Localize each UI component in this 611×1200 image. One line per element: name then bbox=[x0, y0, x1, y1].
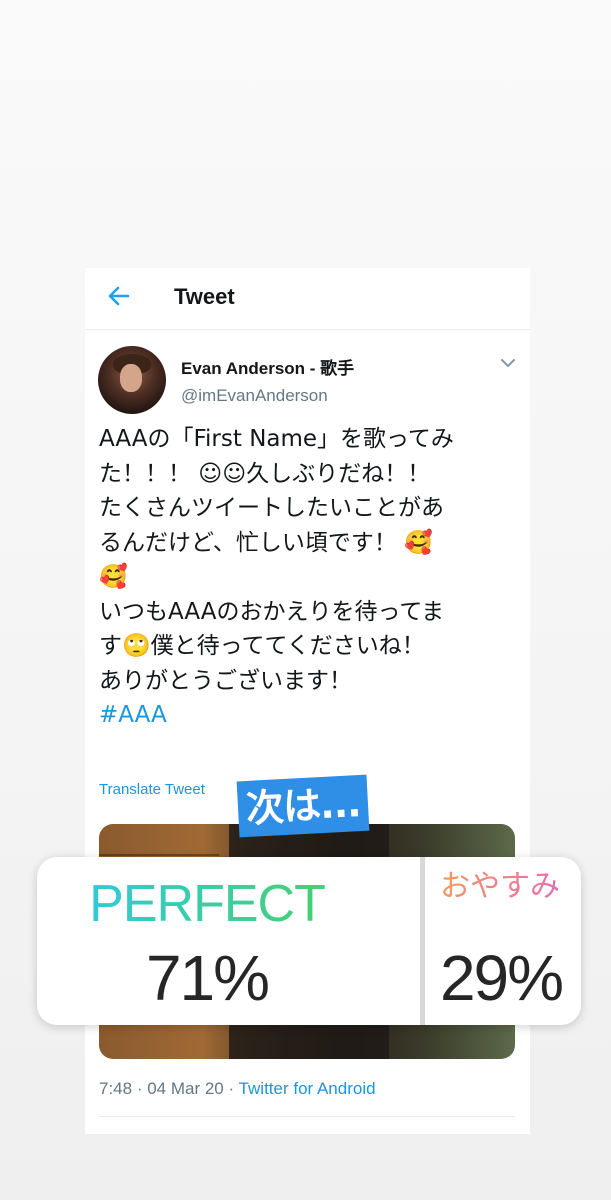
meta-separator: · bbox=[223, 1079, 239, 1098]
translate-tweet-link[interactable]: Translate Tweet bbox=[99, 781, 205, 798]
poll-option-a-percent: 71% bbox=[145, 942, 270, 1014]
tweet-meta: 7:48 · 04 Mar 20 · Twitter for Android bbox=[99, 1079, 376, 1099]
page-title: Tweet bbox=[174, 284, 235, 309]
tweet-time: 7:48 bbox=[99, 1079, 133, 1098]
back-arrow-icon[interactable] bbox=[106, 283, 132, 309]
tweet-line: 🥰 bbox=[99, 564, 128, 590]
avatar[interactable] bbox=[98, 346, 166, 414]
tweet-line: るんだけど、忙しい頃です！ 🥰 bbox=[99, 529, 433, 556]
tweet-source-link[interactable]: Twitter for Android bbox=[239, 1079, 376, 1098]
hashtag-link[interactable]: #AAA bbox=[99, 698, 524, 733]
tweet-line: た！！！ ☺☺久しぶりだね！！ bbox=[99, 460, 431, 487]
tweet-line: ありがとうございます！ bbox=[99, 667, 352, 694]
tweet-line: AAAの「First Name」を歌ってみ bbox=[99, 426, 454, 452]
poll-sticker: PERFECT 71% おやすみ 29% bbox=[37, 857, 581, 1025]
meta-separator: · bbox=[132, 1079, 148, 1098]
tweet-header: Tweet bbox=[85, 268, 530, 330]
poll-option-b[interactable]: おやすみ bbox=[430, 871, 570, 903]
avatar-face bbox=[120, 364, 142, 392]
author-display-name[interactable]: Evan Anderson - 歌手 bbox=[181, 354, 354, 379]
poll-option-b-percent: 29% bbox=[439, 942, 564, 1014]
tweet-line: たくさんツイートしたいことがあ bbox=[99, 495, 444, 521]
tweet-line: いつもAAAのおかえりを待ってま bbox=[99, 598, 445, 625]
tweet-date: 04 Mar 20 bbox=[147, 1079, 224, 1098]
tweet-line: す🙄僕と待っててくださいね！ bbox=[99, 633, 425, 659]
poll-option-a[interactable]: PERFECT bbox=[37, 873, 377, 935]
poll-divider bbox=[420, 857, 425, 1025]
media-wood-plank bbox=[99, 854, 219, 856]
divider bbox=[99, 1116, 515, 1117]
chevron-down-icon[interactable] bbox=[499, 356, 517, 370]
tweet-text: AAAの「First Name」を歌ってみ た！！！ ☺☺久しぶりだね！！ たく… bbox=[99, 422, 524, 733]
author-handle[interactable]: @imEvanAnderson bbox=[181, 386, 328, 406]
text-sticker: 次は... bbox=[236, 774, 370, 838]
